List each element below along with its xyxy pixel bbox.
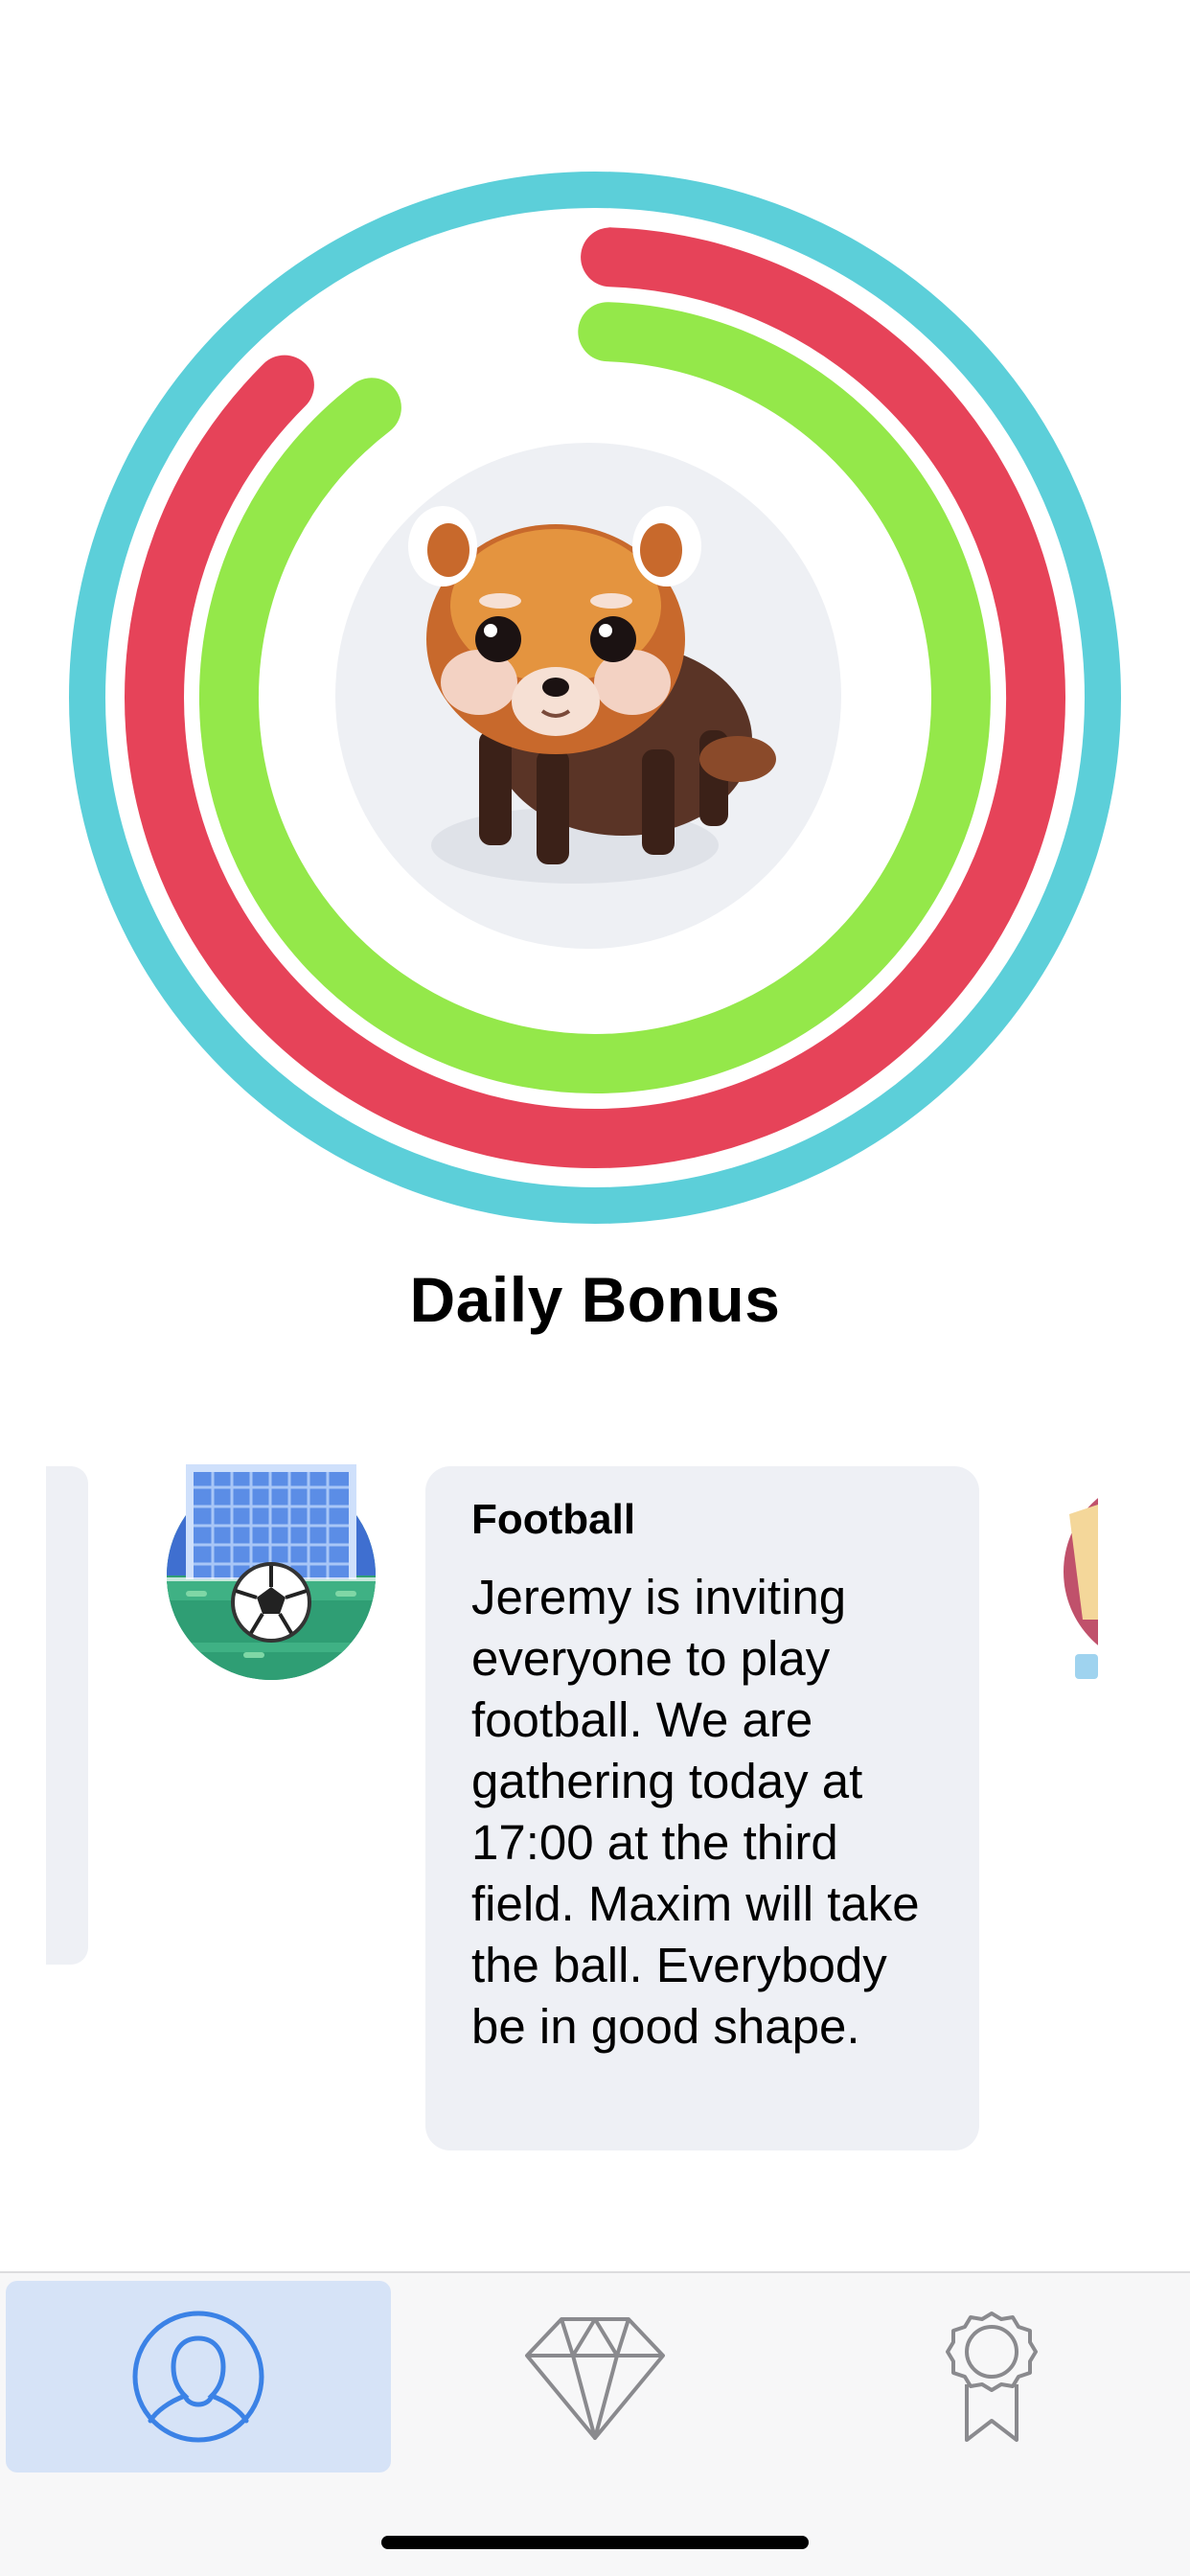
- football-goal-icon: [167, 1464, 376, 1681]
- avatar[interactable]: [335, 443, 841, 949]
- award-ribbon-icon: [946, 2312, 1038, 2442]
- tab-bar: [0, 2271, 1190, 2576]
- event-card-title: Football: [471, 1496, 636, 1543]
- event-card-body: Jeremy is inviting everyone to play foot…: [471, 1569, 920, 2054]
- next-event-icon[interactable]: [1054, 1476, 1098, 1696]
- event-carousel[interactable]: Football Jeremy is inviting everyone to …: [0, 1447, 1190, 2175]
- page-title: Daily Bonus: [409, 1264, 781, 1335]
- red-panda-icon: [408, 506, 776, 884]
- event-card[interactable]: Football Jeremy is inviting everyone to …: [425, 1466, 979, 2150]
- home-indicator[interactable]: [381, 2536, 809, 2549]
- user-icon: [132, 2311, 264, 2443]
- activity-rings: [0, 0, 1190, 1246]
- tab-profile[interactable]: [6, 2281, 391, 2472]
- previous-event-card[interactable]: [46, 1466, 88, 1965]
- diamond-icon: [525, 2317, 665, 2440]
- screen: Daily Bonus Football Jeremy is inviting …: [0, 0, 1190, 2576]
- tab-rewards[interactable]: [402, 2281, 788, 2472]
- tab-achievements[interactable]: [799, 2281, 1184, 2472]
